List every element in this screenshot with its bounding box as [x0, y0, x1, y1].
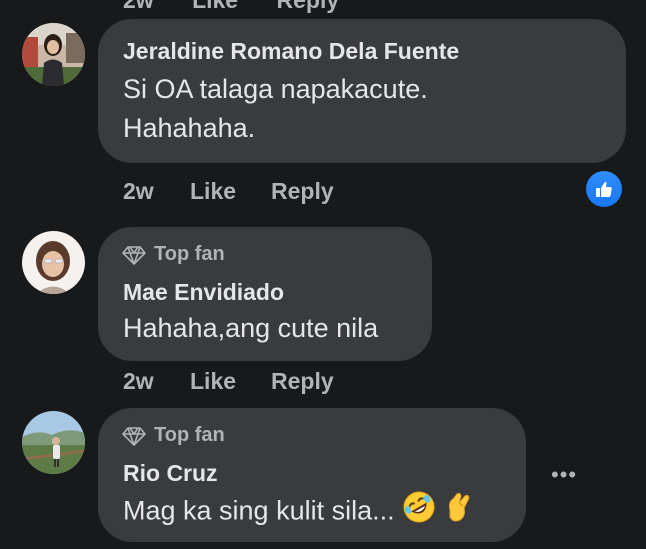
comment-author-name[interactable]: Mae Envidiado: [123, 279, 284, 306]
top-fan-badge: Top fan: [122, 424, 225, 447]
comment-bubble-mae: Top fan Mae Envidiado Hahaha,ang cute ni…: [98, 227, 432, 361]
previous-comment-like-button[interactable]: Like: [192, 0, 238, 13]
comment-time[interactable]: 2w: [123, 368, 190, 395]
comment-bubble-rio: Top fan Rio Cruz Mag ka sing kulit sila.…: [98, 408, 526, 542]
diamond-icon: [122, 245, 146, 265]
comment-actions-mae: 2w Like Reply: [123, 368, 334, 395]
comment-author-name[interactable]: Jeraldine Romano Dela Fuente: [123, 38, 459, 65]
comment-text-line-2: Hahahaha.: [123, 113, 256, 143]
avatar-jeraldine[interactable]: [22, 23, 85, 86]
comment-time[interactable]: 2w: [123, 178, 190, 205]
comment-bubble-jeraldine: Jeraldine Romano Dela Fuente Si OA talag…: [98, 19, 626, 163]
like-reaction-icon[interactable]: [586, 171, 622, 207]
previous-comment-time: 2w: [123, 0, 154, 13]
comment-author-name[interactable]: Rio Cruz: [123, 460, 218, 487]
top-fan-label: Top fan: [154, 243, 225, 265]
rolling-on-floor-laughing-emoji: [402, 490, 436, 535]
top-fan-badge: Top fan: [122, 243, 225, 266]
like-button[interactable]: Like: [190, 368, 271, 395]
avatar-rio[interactable]: [22, 411, 85, 474]
comment-text: Hahaha,ang cute nila: [123, 313, 379, 343]
reply-button[interactable]: Reply: [271, 178, 334, 205]
previous-comment-actions: 2w Like Reply: [123, 0, 371, 14]
diamond-icon: [122, 426, 146, 446]
comment-actions-jeraldine: 2w Like Reply: [123, 178, 334, 205]
previous-comment-reply-button[interactable]: Reply: [277, 0, 340, 13]
like-button[interactable]: Like: [190, 178, 271, 205]
top-fan-label: Top fan: [154, 424, 225, 446]
pinching-hand-emoji: [444, 490, 474, 535]
comment-text-row: Mag ka sing kulit sila...: [123, 490, 474, 535]
comment-text-line-1: Si OA talaga napakacute.: [123, 74, 428, 104]
comment-text: Mag ka sing kulit sila...: [123, 495, 395, 526]
reply-button[interactable]: Reply: [271, 368, 334, 395]
avatar-mae[interactable]: [22, 231, 85, 294]
more-options-button[interactable]: •••: [551, 462, 577, 488]
